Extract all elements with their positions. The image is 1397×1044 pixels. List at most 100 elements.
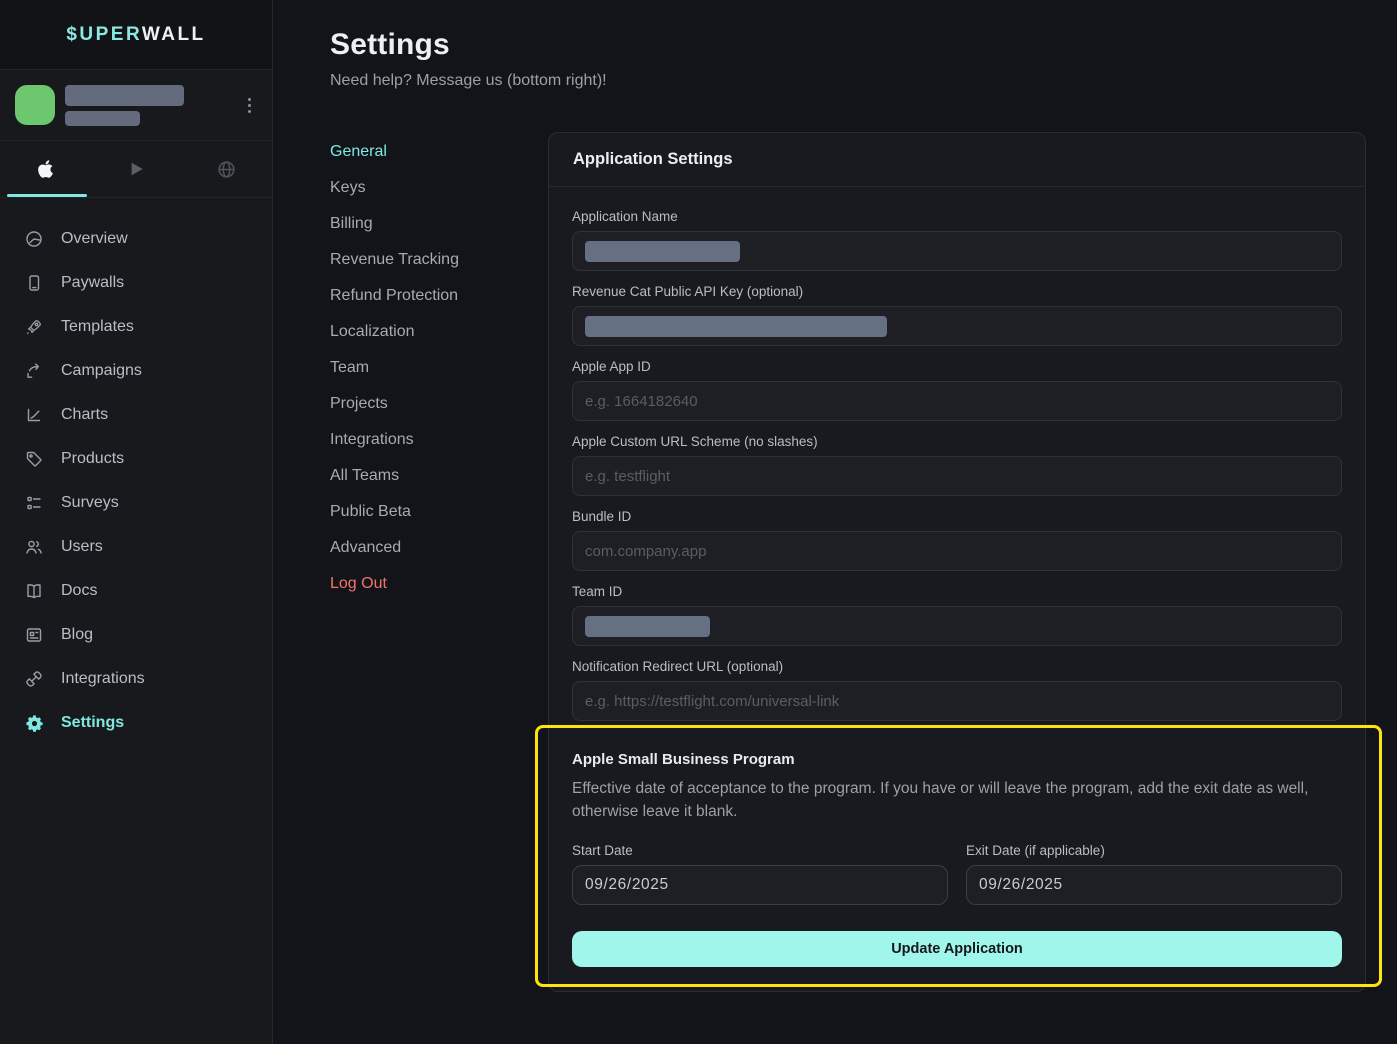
sidebar-item-docs[interactable]: Docs [0, 569, 272, 613]
bundle-id-label: Bundle ID [572, 509, 1342, 524]
url-scheme-label: Apple Custom URL Scheme (no slashes) [572, 434, 1342, 449]
apple-app-id-input[interactable] [572, 381, 1342, 421]
exit-date-field: Exit Date (if applicable) [966, 843, 1342, 905]
sidebar-item-templates[interactable]: Templates [0, 305, 272, 349]
sidebar-item-overview[interactable]: Overview [0, 217, 272, 261]
field-team-id: Team ID [572, 584, 1342, 646]
settings-nav-advanced[interactable]: Advanced [330, 530, 548, 566]
revenuecat-key-label: Revenue Cat Public API Key (optional) [572, 284, 1342, 299]
sidebar-item-label: Blog [61, 626, 93, 644]
settings-nav-refund-protection[interactable]: Refund Protection [330, 278, 548, 314]
sidebar-nav: Overview Paywalls Templates Campaigns Ch… [0, 198, 272, 745]
gear-icon [24, 713, 44, 733]
sidebar-item-label: Surveys [61, 494, 119, 512]
application-name-label: Application Name [572, 209, 1342, 224]
account-switcher[interactable] [0, 70, 272, 141]
book-icon [24, 581, 44, 601]
settings-nav-projects[interactable]: Projects [330, 386, 548, 422]
settings-nav-all-teams[interactable]: All Teams [330, 458, 548, 494]
application-name-input[interactable] [572, 231, 1342, 271]
platform-tabs [0, 141, 272, 198]
apple-app-id-label: Apple App ID [572, 359, 1342, 374]
kebab-menu-icon[interactable] [242, 92, 257, 119]
settings-nav-revenue-tracking[interactable]: Revenue Tracking [330, 242, 548, 278]
redacted-value [585, 316, 887, 337]
sidebar: $UPERWALL [0, 0, 273, 1044]
field-bundle-id: Bundle ID [572, 509, 1342, 571]
phone-icon [24, 273, 44, 293]
sidebar-item-settings[interactable]: Settings [0, 701, 272, 745]
settings-nav-integrations[interactable]: Integrations [330, 422, 548, 458]
globe-icon [216, 159, 237, 180]
newspaper-icon [24, 625, 44, 645]
clock-icon [24, 229, 44, 249]
sidebar-item-label: Templates [61, 318, 134, 336]
start-date-label: Start Date [572, 843, 948, 858]
bundle-id-input[interactable] [572, 531, 1342, 571]
settings-nav-localization[interactable]: Localization [330, 314, 548, 350]
sidebar-item-users[interactable]: Users [0, 525, 272, 569]
update-application-button[interactable]: Update Application [572, 931, 1342, 967]
tab-web[interactable] [181, 141, 272, 197]
tab-apple[interactable] [0, 141, 91, 197]
sbp-description: Effective date of acceptance to the prog… [572, 777, 1342, 824]
promote-arrow-icon [24, 361, 44, 381]
exit-date-label: Exit Date (if applicable) [966, 843, 1342, 858]
team-id-label: Team ID [572, 584, 1342, 599]
sidebar-item-label: Charts [61, 406, 108, 424]
redacted-value [585, 616, 710, 637]
sidebar-item-label: Paywalls [61, 274, 124, 292]
rocket-icon [24, 317, 44, 337]
field-apple-app-id: Apple App ID [572, 359, 1342, 421]
revenuecat-key-input[interactable] [572, 306, 1342, 346]
field-url-scheme: Apple Custom URL Scheme (no slashes) [572, 434, 1342, 496]
tag-icon [24, 449, 44, 469]
notification-redirect-url-label: Notification Redirect URL (optional) [572, 659, 1342, 674]
sidebar-item-label: Campaigns [61, 362, 142, 380]
start-date-field: Start Date [572, 843, 948, 905]
settings-section-nav: General Keys Billing Revenue Tracking Re… [330, 132, 548, 992]
sidebar-item-paywalls[interactable]: Paywalls [0, 261, 272, 305]
team-id-input[interactable] [572, 606, 1342, 646]
settings-nav-keys[interactable]: Keys [330, 170, 548, 206]
sidebar-item-label: Integrations [61, 670, 145, 688]
redacted-value [585, 241, 740, 262]
sidebar-item-charts[interactable]: Charts [0, 393, 272, 437]
redacted-account-subtitle [65, 111, 140, 126]
sidebar-item-products[interactable]: Products [0, 437, 272, 481]
application-settings-card: Application Settings Application Name Re… [548, 132, 1366, 992]
settings-nav-team[interactable]: Team [330, 350, 548, 386]
redacted-account-title [65, 85, 184, 106]
logo-teal-part: $UPER [66, 24, 142, 45]
sidebar-item-label: Settings [61, 714, 124, 732]
log-out-link[interactable]: Log Out [330, 566, 548, 602]
notification-redirect-url-input[interactable] [572, 681, 1342, 721]
settings-nav-general[interactable]: General [330, 134, 548, 170]
sidebar-item-label: Docs [61, 582, 97, 600]
superwall-logo: $UPERWALL [66, 24, 205, 46]
url-scheme-input[interactable] [572, 456, 1342, 496]
apple-small-business-program-section: Apple Small Business Program Effective d… [572, 751, 1342, 905]
field-application-name: Application Name [572, 209, 1342, 271]
sidebar-item-integrations[interactable]: Integrations [0, 657, 272, 701]
tab-play[interactable] [91, 141, 182, 197]
account-name-redacted [65, 85, 184, 126]
active-tab-underline [7, 194, 87, 197]
page-subtitle: Need help? Message us (bottom right)! [330, 72, 1397, 90]
field-notification-redirect-url: Notification Redirect URL (optional) [572, 659, 1342, 721]
exit-date-input[interactable] [966, 865, 1342, 905]
settings-nav-billing[interactable]: Billing [330, 206, 548, 242]
sidebar-item-surveys[interactable]: Surveys [0, 481, 272, 525]
settings-nav-public-beta[interactable]: Public Beta [330, 494, 548, 530]
people-icon [24, 537, 44, 557]
brand-logo[interactable]: $UPERWALL [0, 0, 272, 70]
apple-icon [37, 159, 54, 179]
main-content: Settings Need help? Message us (bottom r… [273, 0, 1397, 1044]
line-chart-icon [24, 405, 44, 425]
sidebar-item-campaigns[interactable]: Campaigns [0, 349, 272, 393]
field-revenuecat-key: Revenue Cat Public API Key (optional) [572, 284, 1342, 346]
start-date-input[interactable] [572, 865, 948, 905]
sidebar-item-blog[interactable]: Blog [0, 613, 272, 657]
app-avatar[interactable] [15, 85, 55, 125]
sidebar-item-label: Products [61, 450, 124, 468]
